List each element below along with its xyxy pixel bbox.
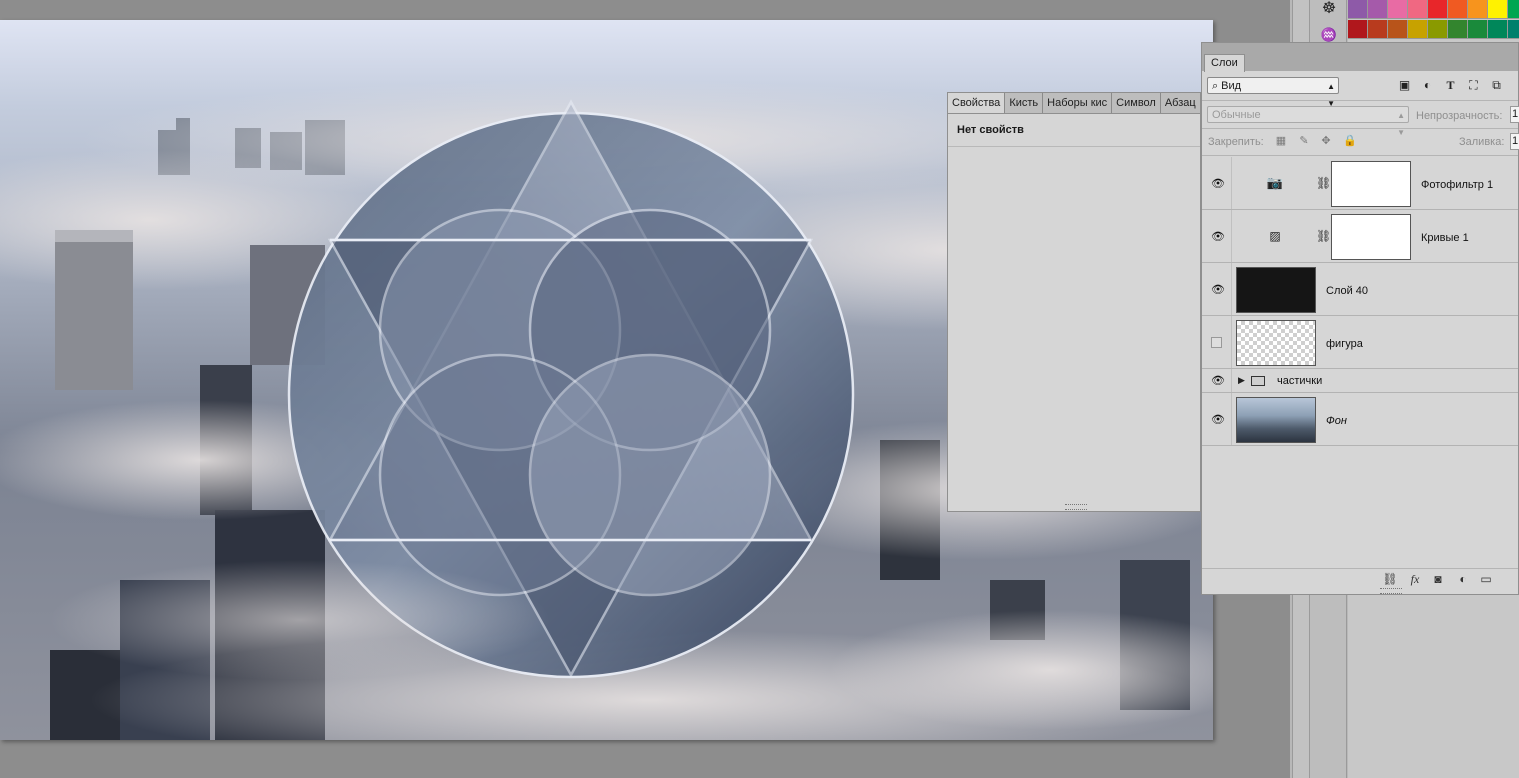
layer-name[interactable]: Фон	[1326, 415, 1347, 427]
layer-list: 👁 📷 ⛓ Фотофильтр 1 👁 ▨ ⛓ Кривые 1 👁 Слой…	[1202, 157, 1518, 447]
layer-thumbnail[interactable]	[1236, 397, 1316, 443]
color-swatch[interactable]	[1368, 20, 1388, 39]
layer-name[interactable]: Слой 40	[1326, 285, 1368, 297]
layer-mask-thumbnail[interactable]	[1331, 214, 1411, 260]
divider	[1231, 393, 1232, 445]
resize-grip[interactable]	[1065, 504, 1087, 510]
tab-character[interactable]: Символ	[1112, 93, 1161, 113]
visibility-toggle-off[interactable]	[1211, 337, 1222, 348]
layer-row[interactable]: 👁 ▨ ⛓ Кривые 1	[1202, 210, 1518, 263]
layer-row[interactable]: 👁 📷 ⛓ Фотофильтр 1	[1202, 157, 1518, 210]
color-swatch[interactable]	[1448, 20, 1468, 39]
fill-label: Заливка:	[1459, 136, 1505, 148]
folder-icon	[1251, 376, 1265, 386]
color-swatch[interactable]	[1348, 0, 1368, 19]
divider	[1231, 157, 1232, 209]
eye-icon[interactable]: 👁	[1210, 414, 1226, 426]
layer-row[interactable]: 👁 Слой 40	[1202, 263, 1518, 316]
layer-filter-select[interactable]: ⌕ Вид ▲ ▼	[1207, 77, 1339, 108]
color-swatch[interactable]	[1408, 0, 1428, 19]
layer-row[interactable]: фигура	[1202, 316, 1518, 369]
layer-thumbnail[interactable]	[1236, 267, 1316, 313]
smart-object-filter-icon[interactable]: ⧉	[1490, 79, 1503, 92]
color-swatch[interactable]	[1348, 20, 1368, 39]
color-swatch[interactable]	[1468, 20, 1488, 39]
search-icon: ⌕	[1212, 80, 1219, 92]
color-swatch[interactable]	[1428, 0, 1448, 19]
color-swatch[interactable]	[1508, 0, 1519, 19]
type-filter-icon[interactable]: T	[1444, 79, 1457, 92]
divider	[1231, 316, 1232, 368]
expand-arrow-icon[interactable]: ▶	[1238, 375, 1245, 386]
lock-transparency-icon[interactable]: ▦	[1275, 135, 1287, 147]
layer-name[interactable]: фигура	[1326, 338, 1363, 350]
divider	[1231, 210, 1232, 262]
add-mask-icon[interactable]: ◙	[1430, 571, 1446, 587]
opacity-label: Непрозрачность:	[1416, 110, 1503, 122]
layer-group-row[interactable]: 👁 ▶ частички	[1202, 369, 1518, 393]
opacity-input[interactable]: 1	[1510, 106, 1519, 123]
divider	[948, 146, 1200, 147]
eye-icon[interactable]: 👁	[1210, 231, 1226, 243]
layer-filter-value: Вид	[1221, 80, 1242, 92]
tab-paragraph[interactable]: Абзац	[1160, 93, 1200, 113]
lock-position-icon[interactable]: ✥	[1320, 135, 1332, 147]
layer-mask-thumbnail[interactable]	[1331, 161, 1411, 207]
blend-mode-value: Обычные	[1212, 109, 1261, 121]
eye-icon[interactable]: 👁	[1210, 284, 1226, 296]
layer-name[interactable]: Фотофильтр 1	[1421, 179, 1493, 191]
photo-filter-adjustment-icon: 📷	[1266, 175, 1284, 190]
color-swatch[interactable]	[1388, 20, 1408, 39]
lock-all-icon[interactable]: 🔒	[1343, 135, 1357, 147]
color-swatch[interactable]	[1408, 20, 1428, 39]
link-icon[interactable]: ⛓	[1316, 228, 1331, 244]
color-swatch[interactable]	[1488, 20, 1508, 39]
blend-mode-select[interactable]: Обычные ▲ ▼	[1207, 106, 1409, 137]
link-layers-icon[interactable]: ⛓	[1382, 571, 1398, 587]
image-filter-icon[interactable]: ▣	[1398, 79, 1411, 92]
swatches-panel	[1348, 0, 1519, 42]
layer-thumbnail[interactable]	[1236, 320, 1316, 366]
adjustment-layer-icon[interactable]: ◐	[1455, 571, 1471, 587]
divider	[1231, 369, 1232, 392]
layers-panel: Слои ⌕ Вид ▲ ▼ ▣ ◐ T ⛶ ⧉ Обычные ▲ ▼ Непроз…	[1201, 42, 1519, 595]
layer-name[interactable]: Кривые 1	[1421, 232, 1469, 244]
new-group-icon[interactable]: ▭	[1478, 571, 1494, 587]
layers-footer: ⛓ fx ◙ ◐ ▭	[1202, 568, 1518, 589]
color-swatch[interactable]	[1388, 0, 1408, 19]
color-swatch[interactable]	[1428, 20, 1448, 39]
ship-wheel-icon[interactable]: ☸	[1318, 0, 1340, 18]
layer-row[interactable]: 👁 Фон	[1202, 393, 1518, 446]
color-swatch[interactable]	[1508, 20, 1519, 39]
curves-adjustment-icon: ▨	[1269, 229, 1281, 243]
color-swatch[interactable]	[1448, 0, 1468, 19]
resize-grip[interactable]	[1380, 588, 1402, 594]
tab-properties[interactable]: Свойства	[948, 93, 1006, 113]
eye-icon[interactable]: 👁	[1210, 178, 1226, 190]
lock-row: Закрепить: ▦ ✎ ✥ 🔒 Заливка: 1	[1202, 129, 1519, 156]
layer-filter-row: ⌕ Вид ▲ ▼ ▣ ◐ T ⛶ ⧉	[1202, 72, 1518, 108]
tab-layers[interactable]: Слои	[1204, 54, 1245, 72]
properties-empty-message: Нет свойств	[957, 124, 1024, 136]
layers-tabbar: Слои	[1202, 43, 1518, 72]
color-swatch[interactable]	[1468, 0, 1488, 19]
layer-name[interactable]: частички	[1277, 375, 1322, 387]
tab-brush[interactable]: Кисть	[1005, 93, 1044, 113]
blend-row: Обычные ▲ ▼ Непрозрачность: 1	[1202, 101, 1519, 137]
adjustment-filter-icon[interactable]: ◐	[1421, 79, 1434, 92]
color-swatch[interactable]	[1488, 0, 1508, 19]
divider	[1231, 263, 1232, 315]
color-swatch[interactable]	[1368, 0, 1388, 19]
lock-brush-icon[interactable]: ✎	[1298, 135, 1310, 147]
eye-icon[interactable]: 👁	[1210, 375, 1226, 387]
properties-panel: Свойства Кисть Наборы кис Символ Абзац Н…	[947, 92, 1201, 512]
fx-icon[interactable]: fx	[1407, 571, 1423, 587]
tab-brush-presets[interactable]: Наборы кис	[1043, 93, 1113, 113]
properties-tabbar: Свойства Кисть Наборы кис Символ Абзац	[948, 93, 1200, 114]
shape-filter-icon[interactable]: ⛶	[1467, 79, 1480, 92]
lock-label: Закрепить:	[1208, 136, 1264, 148]
link-icon[interactable]: ⛓	[1316, 175, 1331, 191]
fill-input[interactable]: 1	[1510, 133, 1519, 150]
